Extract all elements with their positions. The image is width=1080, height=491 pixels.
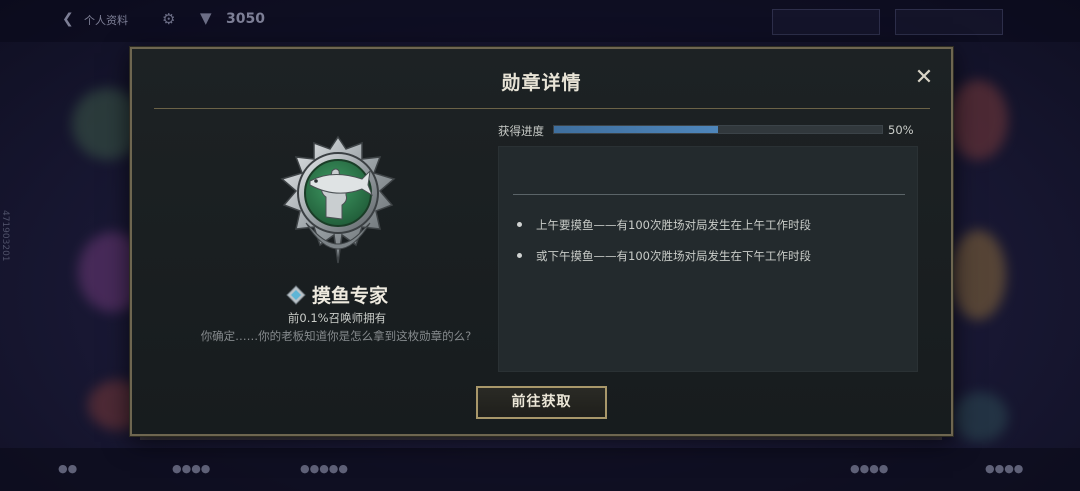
condition-panel: 上午要摸鱼——有100次胜场对局发生在上午工作时段 或下午摸鱼——有100次胜场… [498, 146, 918, 372]
badge-name: 摸鱼专家 [311, 285, 388, 307]
close-icon: ✕ [914, 65, 934, 90]
background-filter-dropdown-1[interactable] [772, 9, 880, 35]
background-bottom-tab[interactable]: ●●●● [172, 462, 210, 475]
condition-item: 或下午摸鱼——有100次胜场对局发生在下午工作时段 [517, 248, 811, 264]
gem-icon: ▼ [200, 9, 212, 27]
back-arrow-icon[interactable]: ❮ [62, 11, 74, 27]
bullet-icon [517, 253, 522, 258]
progress-bar [553, 125, 883, 134]
badge-name-row: 摸鱼专家 [132, 281, 542, 308]
background-badge-blur [952, 392, 1008, 442]
title-divider [154, 108, 930, 109]
dialog-title: 勋章详情 [501, 72, 582, 94]
close-button[interactable]: ✕ [912, 65, 936, 91]
background-bottom-bar [0, 448, 1080, 491]
background-header-title: 个人资料 [84, 14, 128, 27]
condition-item: 上午要摸鱼——有100次胜场对局发生在上午工作时段 [517, 217, 811, 233]
progress-label: 获得进度 [498, 124, 544, 138]
progress-value: 50% [888, 123, 914, 137]
condition-text: 上午要摸鱼——有100次胜场对局发生在上午工作时段 [536, 218, 811, 232]
progress-bar-fill [554, 126, 718, 133]
condition-text: 或下午摸鱼——有100次胜场对局发生在下午工作时段 [536, 249, 811, 263]
badge-owner-text: 前0.1%召唤师拥有 [287, 311, 387, 325]
bullet-icon [517, 222, 522, 227]
background-bottom-tab[interactable]: ●●●● [850, 462, 888, 475]
background-bottom-tab[interactable]: ●●●●● [300, 462, 348, 475]
condition-divider [513, 194, 905, 195]
diamond-rank-icon [286, 284, 306, 305]
settings-icon[interactable]: ⚙ [162, 10, 175, 28]
background-bottom-tab[interactable]: ●●●● [985, 462, 1023, 475]
badge-description: 你确定……你的老板知道你是怎么拿到这枚勋章的么? [200, 329, 472, 343]
background-badge-blur [948, 80, 1008, 160]
background-bottom-tab[interactable]: ●● [58, 462, 77, 475]
badge-detail-dialog: 勋章详情 ✕ 摸鱼专家 前0.1%召唤师拥有 你确定……你的老板知道你是怎么拿到… [130, 47, 953, 436]
fish-fist-medal-icon [280, 135, 396, 264]
currency-amount: 3050 [226, 11, 265, 27]
background-filter-dropdown-2[interactable] [895, 9, 1003, 35]
go-obtain-button[interactable]: 前往获取 [476, 386, 607, 419]
side-id-text: 471903201 [0, 210, 10, 262]
background-badge-blur [950, 230, 1006, 320]
